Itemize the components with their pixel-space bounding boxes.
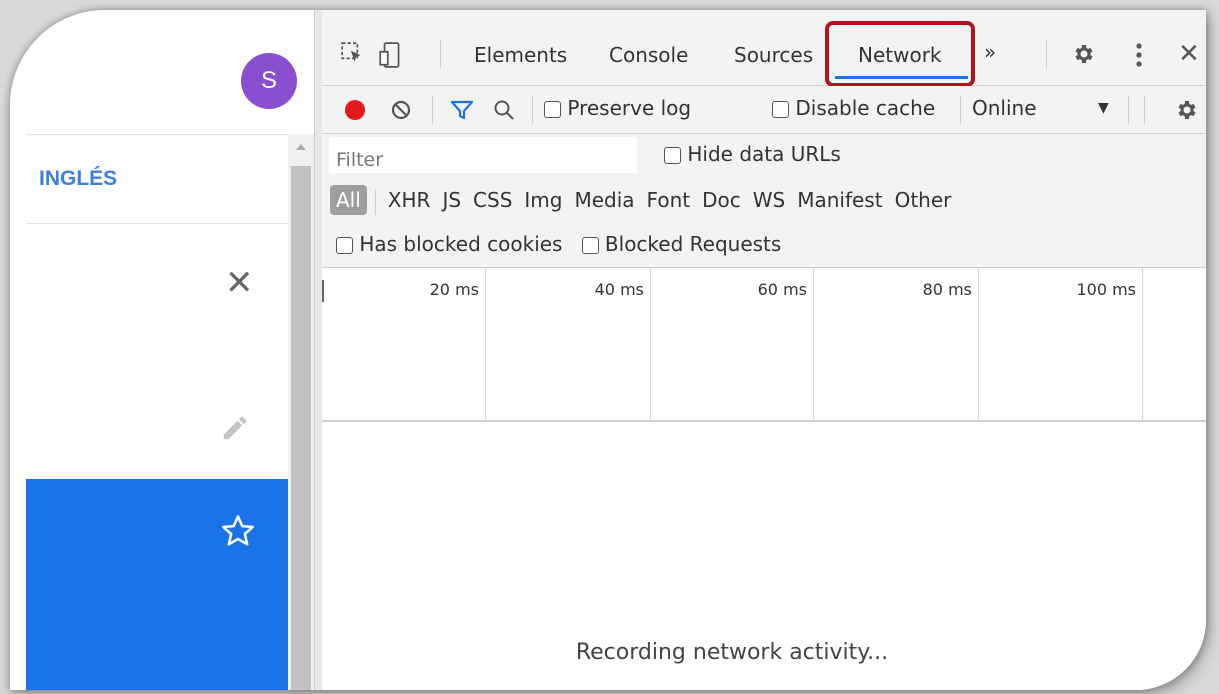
separator — [374, 188, 376, 215]
timeline-tick-label: 60 ms — [757, 280, 807, 299]
hide-data-urls-checkbox[interactable]: Hide data URLs — [664, 142, 841, 166]
avatar[interactable]: S — [241, 53, 297, 109]
close-icon[interactable]: ✕ — [225, 266, 254, 300]
close-devtools-icon[interactable]: ✕ — [1178, 39, 1200, 69]
checkbox-icon[interactable] — [581, 237, 599, 254]
checkbox-icon[interactable] — [772, 101, 789, 118]
type-filter-font[interactable]: Font — [647, 188, 691, 212]
timeline-gridline — [485, 268, 486, 420]
disable-cache-checkbox[interactable]: Disable cache — [772, 96, 935, 120]
language-label[interactable]: INGLÉS — [39, 167, 117, 191]
scroll-up-arrow-icon[interactable] — [296, 144, 306, 150]
hide-data-urls-label: Hide data URLs — [687, 142, 841, 166]
selected-panel[interactable] — [26, 479, 288, 690]
separator — [1144, 96, 1145, 124]
resource-type-filters: All XHR JS CSS Img Media Font Doc WS Manifest Othe… — [330, 185, 963, 215]
separator — [432, 96, 433, 124]
timeline-gridline — [978, 268, 979, 420]
record-button[interactable] — [345, 100, 365, 120]
timeline-tick-label: 40 ms — [594, 280, 644, 299]
timeline-marker — [322, 280, 324, 302]
separator — [440, 40, 441, 68]
type-filter-ws[interactable]: WS — [753, 188, 785, 212]
blocked-requests-label: Blocked Requests — [604, 232, 782, 256]
separator — [1128, 96, 1129, 124]
screenshot-frame: S INGLÉS ✕ Elements Console Sources Netw… — [10, 10, 1206, 690]
checkbox-icon[interactable] — [664, 147, 681, 164]
blocked-filters: Has blocked cookies Blocked Requests — [336, 232, 781, 256]
inspect-element-icon[interactable] — [340, 41, 366, 71]
search-icon[interactable] — [492, 98, 516, 126]
more-options-icon[interactable] — [1135, 42, 1143, 72]
type-filter-manifest[interactable]: Manifest — [797, 188, 882, 212]
filter-bar: Filter Hide data URLs All XHR JS CSS Img Medi… — [322, 134, 1206, 268]
type-filter-js[interactable]: JS — [442, 188, 461, 212]
tab-elements[interactable]: Elements — [474, 43, 567, 67]
separator — [1046, 40, 1047, 68]
devtools-tabbar: Elements Console Sources Network » ✕ — [322, 10, 1206, 87]
divider — [26, 134, 288, 135]
has-blocked-cookies-label: Has blocked cookies — [359, 232, 563, 256]
settings-icon[interactable] — [1071, 42, 1095, 70]
timeline-tick-label: 80 ms — [922, 280, 972, 299]
dropdown-arrow-icon[interactable]: ▼ — [1098, 100, 1109, 116]
timeline-gridline — [650, 268, 651, 420]
throttling-value: Online — [972, 96, 1037, 120]
preserve-log-checkbox[interactable]: Preserve log — [544, 96, 691, 120]
divider — [26, 223, 288, 224]
timeline-gridline — [1142, 268, 1143, 420]
type-filter-doc[interactable]: Doc — [702, 188, 741, 212]
type-filter-all[interactable]: All — [330, 185, 367, 215]
preserve-log-label: Preserve log — [567, 96, 692, 120]
type-filter-media[interactable]: Media — [574, 188, 634, 212]
device-toolbar-icon[interactable] — [378, 41, 404, 73]
timeline-gridline — [813, 268, 814, 420]
separator — [532, 96, 533, 124]
filter-icon[interactable] — [450, 99, 474, 125]
checkbox-icon[interactable] — [544, 101, 561, 118]
separator — [960, 96, 961, 124]
app-pane: S INGLÉS ✕ — [10, 10, 297, 690]
disable-cache-label: Disable cache — [795, 96, 936, 120]
scrollbar-thumb[interactable] — [291, 166, 311, 690]
filter-input[interactable]: Filter — [329, 137, 637, 173]
more-tabs-button[interactable]: » — [984, 40, 996, 64]
clear-icon[interactable] — [390, 99, 412, 125]
tab-sources[interactable]: Sources — [734, 43, 813, 67]
devtools-panel: Elements Console Sources Network » ✕ Pre… — [322, 10, 1206, 690]
throttling-select[interactable]: Online — [972, 96, 1037, 120]
recording-message: Recording network activity... — [575, 640, 889, 665]
type-filter-other[interactable]: Other — [895, 188, 952, 212]
star-icon[interactable] — [219, 512, 257, 554]
network-timeline-overview[interactable]: 20 ms 40 ms 60 ms 80 ms 100 ms — [322, 268, 1206, 422]
request-list-empty: Recording network activity... — [322, 422, 1206, 690]
tab-console[interactable]: Console — [609, 43, 688, 67]
pencil-icon[interactable] — [220, 413, 250, 447]
filter-placeholder: Filter — [336, 149, 384, 171]
type-filter-css[interactable]: CSS — [473, 188, 512, 212]
timeline-tick-label: 20 ms — [429, 280, 479, 299]
network-tab-highlight — [825, 21, 975, 87]
network-settings-icon[interactable] — [1174, 98, 1198, 126]
timeline-tick-label: 100 ms — [1076, 280, 1136, 299]
network-toolbar: Preserve log Disable cache Online ▼ — [322, 86, 1206, 134]
checkbox-icon[interactable] — [336, 237, 353, 254]
type-filter-xhr[interactable]: XHR — [388, 188, 431, 212]
type-filter-img[interactable]: Img — [524, 188, 562, 212]
